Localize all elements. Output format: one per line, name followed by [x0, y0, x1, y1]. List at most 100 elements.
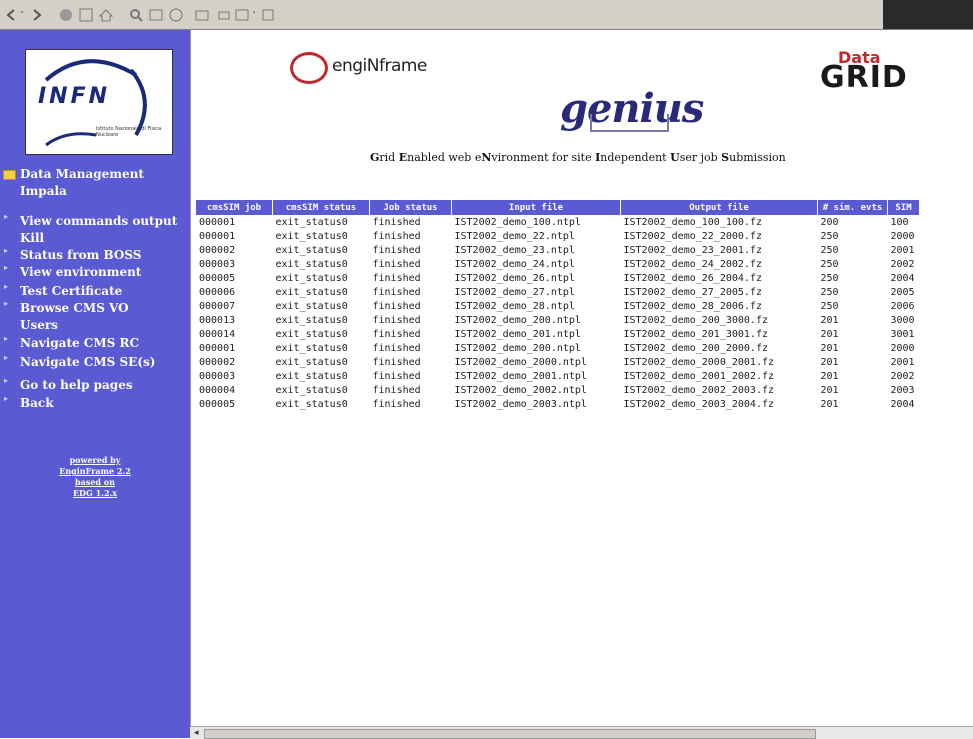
- favorites-icon[interactable]: [148, 7, 164, 23]
- home-icon[interactable]: [98, 7, 114, 23]
- sidebar-item-back[interactable]: Back: [20, 396, 190, 410]
- subtitle-text: ndependent: [600, 151, 671, 164]
- enginframe-logo: engiNframe: [290, 52, 427, 84]
- cell-output-file: IST2002_demo_24_2002.fz: [623, 258, 762, 270]
- subtitle-initial: S: [721, 151, 730, 164]
- table-row: 000003 exit_status0 finished IST2002_demo_2…: [196, 369, 920, 383]
- sidebar-item-help[interactable]: Go to help pages: [20, 378, 190, 392]
- col-header-input-file[interactable]: Input file: [451, 200, 621, 215]
- cell-job-status: finished: [372, 258, 421, 270]
- sidebar-item-view-commands-output[interactable]: View commands output: [20, 214, 190, 228]
- cell-output-file: IST2002_demo_2002_2003.fz: [623, 384, 775, 396]
- cell-job-status: finished: [372, 216, 421, 228]
- col-header-output-file[interactable]: Output file: [620, 200, 818, 215]
- col-header-cmssim-status[interactable]: cmsSIM status: [272, 200, 370, 215]
- col-header-cmssim-job[interactable]: cmsSIM job: [196, 200, 273, 215]
- dropdown-icon[interactable]: ·: [20, 6, 24, 21]
- cell-cmssim-status: exit_status0: [275, 356, 348, 368]
- bullet-icon: ▸: [4, 212, 9, 221]
- cell-sim-evts: 250: [820, 230, 839, 242]
- sidebar-item-navigate-cms-se[interactable]: Navigate CMS SE(s): [20, 355, 190, 369]
- scroll-left-icon[interactable]: ◂: [194, 728, 199, 738]
- cell-sim-evts: 201: [820, 314, 839, 326]
- sidebar-item-users[interactable]: Users: [20, 318, 190, 332]
- powered-by-enginframe[interactable]: EnginFrame 2.2: [55, 466, 135, 477]
- col-header-sim-evts[interactable]: # sim. evts: [817, 200, 888, 215]
- cell-sim: 2002: [890, 258, 915, 270]
- history-icon[interactable]: [168, 7, 184, 23]
- cell-sim: 2001: [890, 356, 915, 368]
- subtitle-text: ser job: [679, 151, 722, 164]
- cell-sim: 2005: [890, 286, 915, 298]
- cell-cmssim-status: exit_status0: [275, 216, 348, 228]
- cell-output-file: IST2002_demo_201_3001.fz: [623, 328, 769, 340]
- cell-sim: 2004: [890, 398, 915, 410]
- table-row: 000005 exit_status0 finished IST2002_demo_2…: [196, 271, 920, 285]
- back-icon[interactable]: [4, 7, 20, 23]
- bullet-icon: ▸: [4, 376, 9, 385]
- sidebar-item-view-environment[interactable]: View environment: [20, 265, 190, 279]
- horizontal-scrollbar[interactable]: ◂: [190, 726, 973, 739]
- cell-sim: 2001: [890, 244, 915, 256]
- cell-cmssim-status: exit_status0: [275, 384, 348, 396]
- bullet-icon: ▸: [4, 334, 9, 343]
- cell-output-file: IST2002_demo_200_2000.fz: [623, 342, 769, 354]
- browser-toolbar: · ·: [0, 0, 973, 30]
- powered-by-based-on[interactable]: based on: [55, 477, 135, 488]
- mail-icon[interactable]: [194, 7, 210, 23]
- cell-input-file: IST2002_demo_2002.ntpl: [454, 384, 587, 396]
- cell-cmssim-job: 000006: [199, 286, 236, 298]
- cell-sim: 3001: [890, 328, 915, 340]
- powered-by-edg[interactable]: EDG 1.2.x: [55, 488, 135, 499]
- divider: [190, 30, 191, 738]
- cell-input-file: IST2002_demo_24.ntpl: [454, 258, 575, 270]
- cell-cmssim-status: exit_status0: [275, 314, 348, 326]
- cell-cmssim-status: exit_status0: [275, 342, 348, 354]
- cell-output-file: IST2002_demo_22_2000.fz: [623, 230, 762, 242]
- cell-sim-evts: 201: [820, 328, 839, 340]
- cell-cmssim-job: 000002: [199, 356, 236, 368]
- table-row: 000001 exit_status0 finished IST2002_demo_2…: [196, 229, 920, 243]
- sidebar-item-browse-cms-vo[interactable]: Browse CMS VO: [20, 301, 190, 315]
- cell-input-file: IST2002_demo_28.ntpl: [454, 300, 575, 312]
- cell-sim-evts: 250: [820, 244, 839, 256]
- search-icon[interactable]: [128, 7, 144, 23]
- refresh-icon[interactable]: [78, 7, 94, 23]
- enginframe-circle-icon: [290, 52, 328, 84]
- table-row: 000007 exit_status0 finished IST2002_demo_2…: [196, 299, 920, 313]
- dropdown-icon[interactable]: ·: [252, 6, 256, 21]
- edit-icon[interactable]: [234, 7, 250, 23]
- subtitle-initial: N: [481, 151, 492, 164]
- col-header-job-status[interactable]: Job status: [369, 200, 452, 215]
- infn-title: INFN: [38, 84, 111, 109]
- col-header-sim[interactable]: SIM: [887, 200, 920, 215]
- sidebar-item-impala[interactable]: Impala: [20, 184, 190, 198]
- windows-logo: [883, 0, 973, 29]
- cell-output-file: IST2002_demo_28_2006.fz: [623, 300, 762, 312]
- sidebar-item-status-from-boss[interactable]: Status from BOSS: [20, 248, 190, 262]
- infn-subtitle: Istituto Nazionale di Fisica Nucleare: [96, 126, 162, 138]
- cell-sim: 2000: [890, 342, 915, 354]
- cell-cmssim-job: 000013: [199, 314, 236, 326]
- cell-sim: 3000: [890, 314, 915, 326]
- sidebar-item-test-certificate[interactable]: Test Certificate: [20, 284, 190, 298]
- cell-output-file: IST2002_demo_27_2005.fz: [623, 286, 762, 298]
- sidebar-item-kill[interactable]: Kill: [20, 231, 190, 245]
- cell-output-file: IST2002_demo_2000_2001.fz: [623, 356, 775, 368]
- powered-by-line[interactable]: powered by: [55, 455, 135, 466]
- sidebar-item-navigate-cms-rc[interactable]: Navigate CMS RC: [20, 336, 190, 350]
- discuss-icon[interactable]: [260, 7, 276, 23]
- print-icon[interactable]: [216, 7, 232, 23]
- table-row: 000001 exit_status0 finished IST2002_demo_1…: [196, 215, 920, 229]
- folder-icon: [3, 170, 16, 180]
- cell-cmssim-status: exit_status0: [275, 244, 348, 256]
- bullet-icon: ▸: [4, 299, 9, 308]
- cell-input-file: IST2002_demo_201.ntpl: [454, 328, 581, 340]
- bullet-icon: ▸: [4, 282, 9, 291]
- stop-icon[interactable]: [58, 7, 74, 23]
- subtitle-initial: U: [670, 151, 680, 164]
- subtitle-text: ubmission: [729, 151, 786, 164]
- forward-icon[interactable]: [28, 7, 44, 23]
- section-data-management[interactable]: Data Management: [20, 167, 190, 181]
- cell-cmssim-job: 000001: [199, 342, 236, 354]
